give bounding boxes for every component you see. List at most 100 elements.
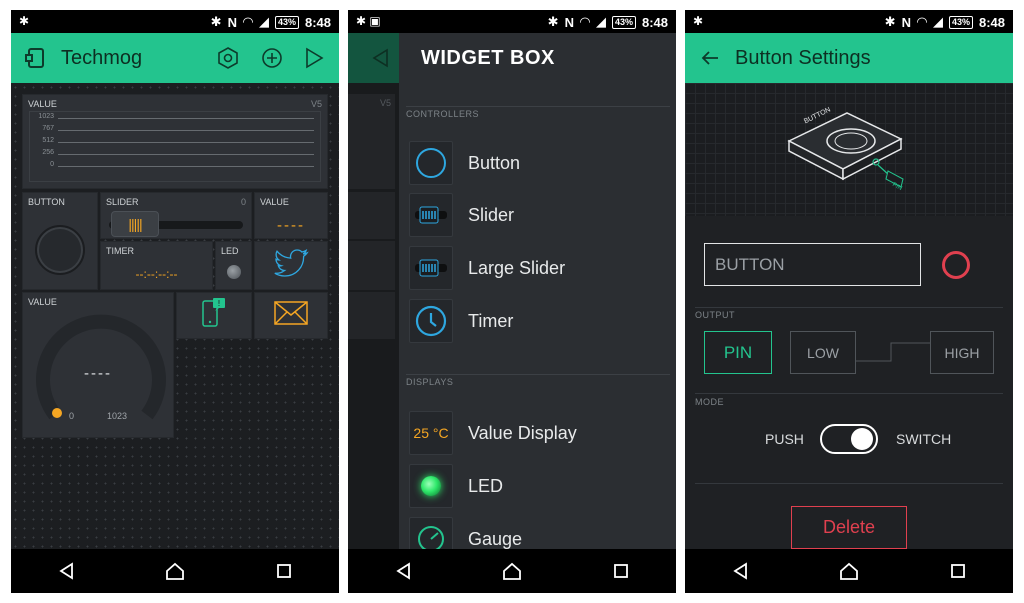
notification-icon: ✱ ▣ [356, 14, 381, 28]
settings-hex-icon[interactable] [215, 45, 241, 71]
low-value-field[interactable]: LOW [790, 331, 856, 374]
wifi-icon: ◠ [579, 14, 590, 29]
signal-icon: ◢ [258, 14, 269, 29]
name-field[interactable]: BUTTON [704, 243, 921, 286]
section-title: CONTROLLERS [406, 109, 480, 119]
sms-widget[interactable]: ! [176, 292, 252, 339]
home-icon[interactable] [829, 556, 869, 586]
widget-item-button[interactable]: Button [409, 141, 670, 185]
recents-icon[interactable] [938, 556, 978, 586]
widget-item-label: LED [468, 475, 504, 496]
signal-step-line [855, 342, 931, 362]
dashboard-screen: ✱ ✱ N ◠ ◢ 43% 8:48 Techmog VALUE V5 1023… [11, 10, 339, 593]
home-icon[interactable] [492, 556, 532, 586]
widget-box-screen: ✱ ▣ ✱ N ◠ ◢ 43% 8:48 V5 WIDGET BOX CONTR… [348, 10, 676, 593]
mode-switch[interactable] [820, 424, 878, 454]
gauge-marker [52, 408, 62, 418]
battery-indicator: 43% [948, 15, 973, 29]
status-bar: ✱ ✱ N ◠ ◢ 43% 8:48 [685, 10, 1013, 33]
value-display-icon: 25 °C [409, 411, 453, 455]
back-icon[interactable] [720, 556, 760, 586]
widget-label: TIMER [106, 246, 134, 256]
project-title: Techmog [61, 46, 143, 69]
gauge-widget[interactable]: VALUE ---- 0 1023 [22, 292, 174, 438]
home-icon[interactable] [155, 556, 195, 586]
timer-value: --:--:--:-- [135, 267, 178, 281]
wifi-icon: ◠ [916, 14, 927, 29]
app-bar: Button Settings [685, 33, 1013, 83]
add-widget-icon[interactable] [259, 45, 285, 71]
bluetooth-icon: ✱ [547, 14, 559, 29]
dimmed-dashboard[interactable]: V5 [348, 33, 399, 549]
dimmed-tile [348, 192, 395, 239]
email-widget[interactable] [254, 292, 328, 339]
widget-item-large-slider[interactable]: Large Slider [409, 246, 670, 290]
switch-label: SWITCH [896, 431, 952, 447]
dimmed-pin: V5 [379, 98, 391, 108]
widget-item-label: Timer [468, 310, 514, 331]
section-title: DISPLAYS [406, 377, 454, 387]
widget-item-timer[interactable]: Timer [409, 299, 670, 343]
grid-line [58, 118, 314, 119]
divider [406, 374, 670, 375]
widget-item-led[interactable]: LED [409, 464, 670, 508]
high-value-label: HIGH [944, 344, 980, 361]
panel-title: WIDGET BOX [421, 47, 555, 69]
twitter-widget[interactable] [254, 241, 328, 290]
widget-label: LED [221, 246, 239, 256]
navigation-bar [11, 549, 339, 593]
back-icon[interactable] [383, 556, 423, 586]
slider-widget[interactable]: SLIDER 0 ||||| [100, 192, 252, 239]
button-circle[interactable] [35, 225, 85, 275]
color-picker-icon[interactable] [942, 251, 970, 279]
battery-indicator: 43% [274, 15, 299, 29]
grid-line [58, 154, 314, 155]
signal-icon: ◢ [932, 14, 943, 29]
recents-icon[interactable] [601, 556, 641, 586]
clock-icon [409, 299, 453, 343]
delete-button[interactable]: Delete [791, 506, 907, 549]
button-widget[interactable]: BUTTON [22, 192, 98, 290]
led-widget[interactable]: LED [215, 241, 252, 290]
push-label: PUSH [765, 431, 804, 447]
play-icon[interactable] [301, 45, 327, 71]
grid-line [58, 166, 314, 167]
phone-message-icon: ! [199, 297, 229, 334]
slider-handle[interactable]: ||||| [111, 211, 159, 237]
back-icon[interactable] [46, 556, 86, 586]
pin-select-button[interactable]: PIN [704, 331, 772, 374]
recents-icon[interactable] [264, 556, 304, 586]
dimmed-tile [348, 241, 395, 290]
widget-item-label: Value Display [468, 422, 577, 443]
widget-item-slider[interactable]: Slider [409, 193, 670, 237]
led-indicator [227, 265, 241, 279]
widget-canvas: VALUE V5 1023 767 512 256 0 BUTTON SLIDE… [11, 83, 339, 549]
high-value-field[interactable]: HIGH [930, 331, 994, 374]
nfc-icon: N [564, 14, 574, 30]
slider-icon [409, 193, 453, 237]
value-display-widget[interactable]: VALUE ---- [254, 192, 328, 239]
value-text: ---- [277, 217, 305, 234]
navigation-bar [348, 549, 676, 593]
divider [695, 307, 1003, 308]
dimmed-tile: V5 [348, 94, 395, 189]
mode-switch-knob [851, 428, 873, 450]
low-value-label: LOW [807, 344, 839, 361]
tick-label: 0 [50, 161, 54, 168]
gauge-min: 0 [69, 411, 75, 421]
widget-item-value-display[interactable]: 25 °C Value Display [409, 411, 670, 455]
widget-item-label: Gauge [468, 528, 523, 549]
project-icon[interactable] [25, 46, 49, 70]
timer-widget[interactable]: TIMER --:--:--:-- [100, 241, 213, 290]
widget-label: VALUE [28, 99, 57, 109]
led-glow [421, 476, 441, 496]
grid-line [58, 142, 314, 143]
tick-label: 256 [42, 149, 54, 156]
status-bar: ✱ ▣ ✱ N ◠ ◢ 43% 8:48 [348, 10, 676, 33]
collapse-arrow-icon[interactable] [371, 48, 389, 68]
back-arrow-icon[interactable] [701, 48, 721, 68]
battery-indicator: 43% [611, 15, 636, 29]
history-graph-widget[interactable]: VALUE V5 1023 767 512 256 0 [22, 94, 328, 189]
signal-icon: ◢ [595, 14, 606, 29]
tick-label: 1023 [38, 113, 54, 120]
